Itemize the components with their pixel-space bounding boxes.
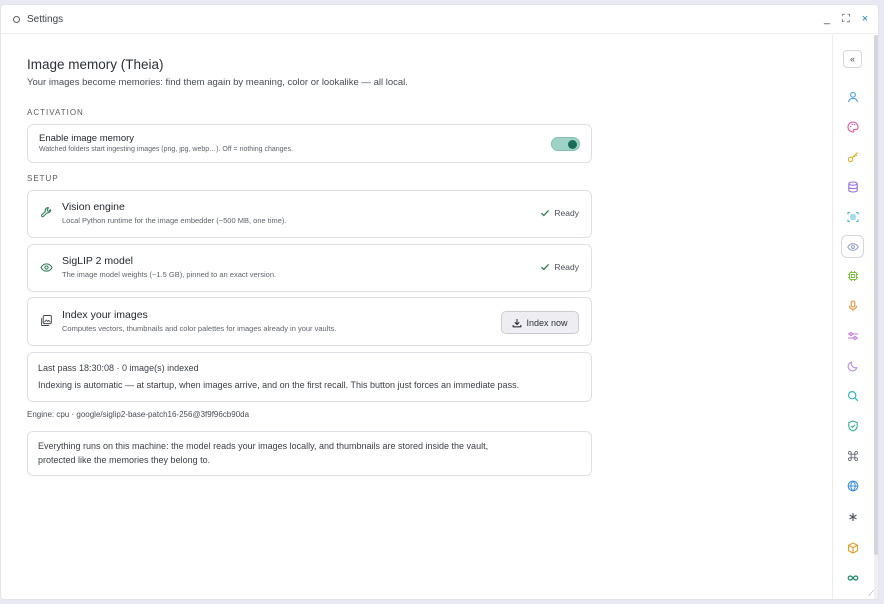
user-icon: [847, 91, 858, 102]
vision-engine-title: Vision engine: [62, 201, 125, 213]
index-now-button[interactable]: Index now: [501, 311, 579, 334]
privacy-text-line2: protected like the memories they belong …: [38, 455, 211, 465]
palette-icon: [847, 120, 859, 133]
vision-engine-status-text: Ready: [554, 208, 579, 218]
last-pass-card: Last pass 18:30:08 · 0 image(s) indexed …: [27, 352, 592, 402]
sidebar-item-scan[interactable]: [845, 209, 860, 224]
activation-section-label: ACTIVATION: [27, 108, 84, 117]
sidebar-item-night[interactable]: [845, 358, 860, 373]
check-icon: [541, 263, 550, 271]
sidebar-scrollbar[interactable]: [874, 35, 878, 599]
images-icon: [41, 314, 52, 327]
index-description: Computes vectors, thumbnails and color p…: [62, 324, 337, 333]
engine-info: Engine: cpu · google/siglip2-base-patch1…: [27, 410, 250, 419]
activation-title: Enable image memory: [39, 133, 135, 144]
sidebar-item-hardware[interactable]: [845, 268, 860, 283]
key-icon: [847, 151, 858, 162]
window-title: Settings: [27, 14, 64, 25]
vision-engine-description: Local Python runtime for the image embed…: [62, 216, 287, 225]
model-status-text: Ready: [554, 262, 579, 272]
sliders-icon: [847, 331, 858, 340]
indexing-info-text: Indexing is automatic — at startup, when…: [38, 380, 520, 390]
vision-engine-card: Vision engine Local Python runtime for t…: [27, 190, 592, 238]
sidebar-scroll-thumb[interactable]: [874, 35, 878, 555]
database-icon: [847, 180, 858, 193]
index-title: Index your images: [62, 309, 148, 321]
infinity-icon: [847, 574, 858, 581]
setup-section-label: SETUP: [27, 174, 59, 183]
title-bar: Settings _ ⛶ ×: [1, 5, 878, 34]
index-card: Index your images Computes vectors, thum…: [27, 297, 592, 346]
globe-icon: [847, 480, 858, 491]
sidebar-item-appearance[interactable]: [845, 119, 860, 134]
sidebar-item-network[interactable]: [845, 478, 860, 493]
wrench-icon: [41, 207, 51, 218]
index-now-label: Index now: [526, 317, 568, 328]
settings-window: Settings _ ⛶ × Image memory (Theia) Your…: [0, 4, 879, 600]
check-icon: [541, 209, 550, 217]
settings-sidebar: « ⟋: [832, 35, 878, 599]
page-subtitle: Your images become memories: find them a…: [27, 77, 408, 88]
model-description: The image model weights (~1.5 GB), pinne…: [62, 270, 277, 279]
sidebar-item-packages[interactable]: [845, 540, 860, 555]
privacy-card: Everything runs on this machine: the mod…: [27, 431, 592, 476]
model-card: SigLIP 2 model The image model weights (…: [27, 244, 592, 292]
sidebar-item-voice[interactable]: [845, 298, 860, 313]
moon-icon: [847, 360, 858, 371]
maximize-button[interactable]: ⛶: [841, 12, 851, 26]
sidebar-item-image-memory[interactable]: [841, 235, 864, 258]
page-title: Image memory (Theia): [27, 57, 164, 72]
sidebar-item-shortcuts[interactable]: [845, 448, 860, 463]
sidebar-item-profile[interactable]: [845, 89, 860, 104]
sidebar-item-advanced[interactable]: [845, 509, 860, 524]
window-controls: _ ⛶ ×: [822, 12, 870, 26]
scan-icon: [846, 211, 859, 222]
activation-description: Watched folders start ingesting images (…: [39, 146, 293, 153]
app-icon: [13, 16, 20, 23]
download-icon: [513, 318, 522, 327]
enable-image-memory-toggle[interactable]: [551, 137, 580, 151]
sidebar-item-storage[interactable]: [845, 179, 860, 194]
search-icon: [847, 390, 858, 401]
sidebar-item-search[interactable]: [845, 388, 860, 403]
last-pass-text: Last pass 18:30:08 · 0 image(s) indexed: [38, 363, 199, 373]
privacy-text-line1: Everything runs on this machine: the mod…: [38, 441, 489, 451]
shield-icon: [847, 419, 858, 432]
sidebar-item-security[interactable]: [845, 418, 860, 433]
command-icon: [847, 450, 858, 461]
model-status: Ready: [540, 262, 579, 272]
chip-icon: [847, 270, 858, 281]
resize-grip-icon[interactable]: ⟋: [868, 589, 874, 599]
activation-card: Enable image memory Watched folders star…: [27, 124, 592, 163]
close-button[interactable]: ×: [860, 12, 870, 26]
sidebar-item-keys[interactable]: [845, 149, 860, 164]
box-icon: [847, 541, 858, 554]
minimize-button[interactable]: _: [822, 12, 832, 26]
toggle-knob: [568, 140, 577, 149]
microphone-icon: [848, 299, 857, 311]
sidebar-item-tuning[interactable]: [845, 328, 860, 343]
eye-icon: [846, 242, 859, 251]
collapse-sidebar-button[interactable]: «: [843, 50, 862, 68]
vision-engine-status: Ready: [540, 208, 579, 218]
asterisk-icon: [848, 512, 857, 521]
eye-icon: [40, 263, 53, 272]
model-title: SigLIP 2 model: [62, 255, 134, 267]
sidebar-item-integrations[interactable]: [845, 570, 860, 585]
